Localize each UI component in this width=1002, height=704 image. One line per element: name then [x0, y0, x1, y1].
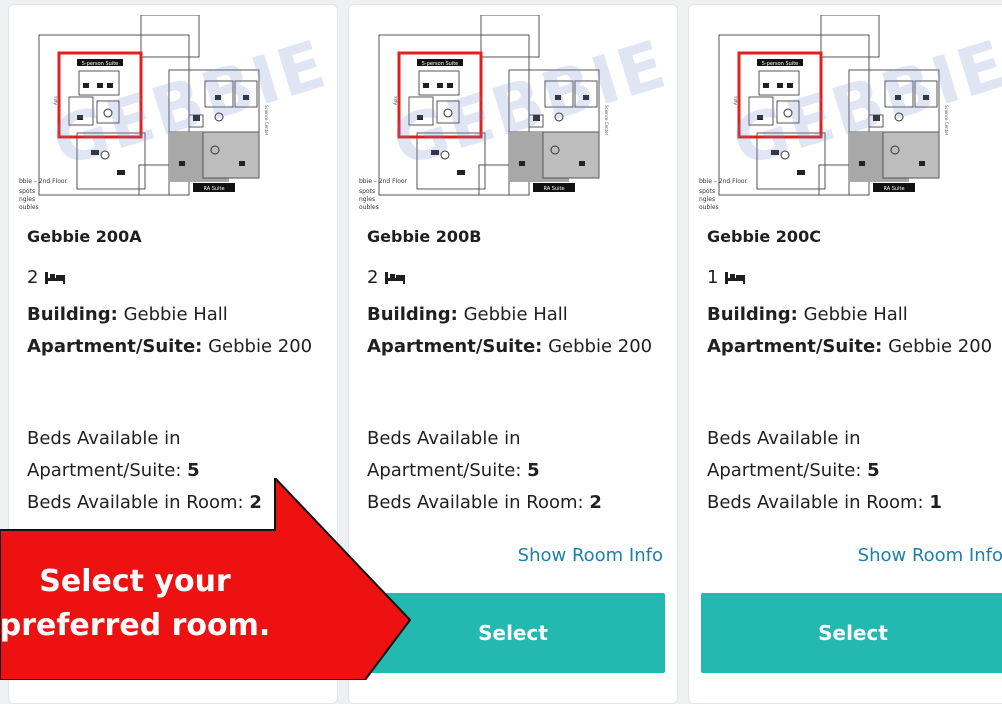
svg-text:RA Suite: RA Suite	[543, 186, 564, 192]
svg-text:RA Suite: RA Suite	[203, 186, 224, 192]
building-line: Building: Gebbie Hall	[27, 299, 228, 331]
availability-block: Beds Available in Apartment/Suite: 5 Bed…	[707, 423, 1002, 519]
apartment-line: Apartment/Suite: Gebbie 200	[367, 331, 657, 363]
building-label: Building:	[27, 304, 118, 325]
bed-count-value: 1	[707, 267, 719, 288]
floor-plan-image: RA Suite 5-person Suite bbie – 2nd Floor…	[359, 15, 679, 220]
beds-available-apt-value: 5	[187, 460, 200, 481]
room-title: Gebbie 200A	[27, 227, 142, 246]
floor-plan-drawing: RA Suite 5-person Suite bbie – 2nd Floor…	[699, 15, 949, 211]
apartment-label: Apartment/Suite:	[367, 336, 543, 357]
svg-text:Science Center: Science Center	[944, 105, 949, 136]
beds-available-apt-value: 5	[867, 460, 880, 481]
apartment-line: Apartment/Suite: Gebbie 200	[707, 331, 997, 363]
svg-text:spots: spots	[699, 188, 715, 195]
svg-text:Apts: Apts	[393, 96, 398, 105]
svg-text:oubles: oubles	[19, 204, 39, 211]
beds-available-room-value: 2	[249, 492, 262, 513]
building-value: Gebbie Hall	[803, 304, 908, 325]
svg-text:Science Center: Science Center	[264, 105, 269, 136]
svg-text:Apts: Apts	[733, 96, 738, 105]
bed-icon	[45, 271, 66, 284]
floor-plan-drawing: RA Suite 5-person Suite bbie – 2nd Floor…	[359, 15, 609, 211]
room-card-200b: RA Suite 5-person Suite bbie – 2nd Floor…	[348, 4, 678, 704]
apartment-label: Apartment/Suite:	[27, 336, 203, 357]
svg-text:oubles: oubles	[699, 204, 719, 211]
building-line: Building: Gebbie Hall	[707, 299, 908, 331]
svg-text:Apts: Apts	[53, 96, 58, 105]
svg-text:ngles: ngles	[19, 196, 35, 203]
beds-available-apt-label: Beds Available in Apartment/Suite:	[27, 428, 182, 481]
svg-text:RA Suite: RA Suite	[883, 186, 904, 192]
show-room-info-link[interactable]: Show Room Info	[518, 545, 663, 566]
svg-text:5-person Suite: 5-person Suite	[422, 61, 458, 67]
svg-text:5-person Suite: 5-person Suite	[82, 61, 118, 67]
bed-count: 2	[367, 267, 406, 288]
apartment-value: Gebbie 200	[548, 336, 653, 357]
beds-available-apt-label: Beds Available in Apartment/Suite:	[707, 428, 862, 481]
beds-available-room-label: Beds Available in Room:	[707, 492, 924, 513]
svg-text:bbie – 2nd Floor: bbie – 2nd Floor	[19, 178, 68, 185]
beds-available-room-value: 2	[589, 492, 602, 513]
svg-text:Science Center: Science Center	[604, 105, 609, 136]
svg-text:bbie – 2nd Floor: bbie – 2nd Floor	[699, 178, 748, 185]
beds-available-room-label: Beds Available in Room:	[27, 492, 244, 513]
apartment-value: Gebbie 200	[888, 336, 993, 357]
callout-text: Select your preferred room.	[0, 560, 310, 648]
availability-block: Beds Available in Apartment/Suite: 5 Bed…	[27, 423, 327, 519]
floor-plan-drawing: RA Suite 5-person Suite bbie – 2nd Floor…	[19, 15, 269, 211]
svg-text:spots: spots	[359, 188, 375, 195]
availability-block: Beds Available in Apartment/Suite: 5 Bed…	[367, 423, 667, 519]
room-title: Gebbie 200B	[367, 227, 482, 246]
building-line: Building: Gebbie Hall	[367, 299, 568, 331]
bed-count: 1	[707, 267, 746, 288]
bed-count: 2	[27, 267, 66, 288]
apartment-line: Apartment/Suite: Gebbie 200	[27, 331, 317, 363]
room-title: Gebbie 200C	[707, 227, 821, 246]
apartment-label: Apartment/Suite:	[707, 336, 883, 357]
beds-available-apt-value: 5	[527, 460, 540, 481]
bed-icon	[725, 271, 746, 284]
floor-plan-image: RA Suite 5-person Suite bbie – 2nd Floor…	[699, 15, 1002, 220]
bed-icon	[385, 271, 406, 284]
select-button[interactable]: Select	[361, 593, 665, 673]
bed-count-value: 2	[367, 267, 379, 288]
beds-available-room-label: Beds Available in Room:	[367, 492, 584, 513]
bed-count-value: 2	[27, 267, 39, 288]
svg-text:oubles: oubles	[359, 204, 379, 211]
building-label: Building:	[367, 304, 458, 325]
building-value: Gebbie Hall	[123, 304, 228, 325]
svg-text:ngles: ngles	[359, 196, 375, 203]
svg-text:ngles: ngles	[699, 196, 715, 203]
callout-line-2: preferred room.	[0, 608, 271, 643]
show-room-info-link[interactable]: Show Room Info	[858, 545, 1002, 566]
svg-text:spots: spots	[19, 188, 35, 195]
floor-plan-image: RA Suite 5-person Suite bbie – 2nd Floor…	[19, 15, 339, 220]
building-value: Gebbie Hall	[463, 304, 568, 325]
svg-text:bbie – 2nd Floor: bbie – 2nd Floor	[359, 178, 408, 185]
apartment-value: Gebbie 200	[208, 336, 313, 357]
select-button[interactable]: Select	[701, 593, 1002, 673]
beds-available-room-value: 1	[929, 492, 942, 513]
callout-line-1: Select your	[39, 564, 231, 599]
building-label: Building:	[707, 304, 798, 325]
beds-available-apt-label: Beds Available in Apartment/Suite:	[367, 428, 522, 481]
svg-text:5-person Suite: 5-person Suite	[762, 61, 798, 67]
room-card-200c: RA Suite 5-person Suite bbie – 2nd Floor…	[688, 4, 1002, 704]
